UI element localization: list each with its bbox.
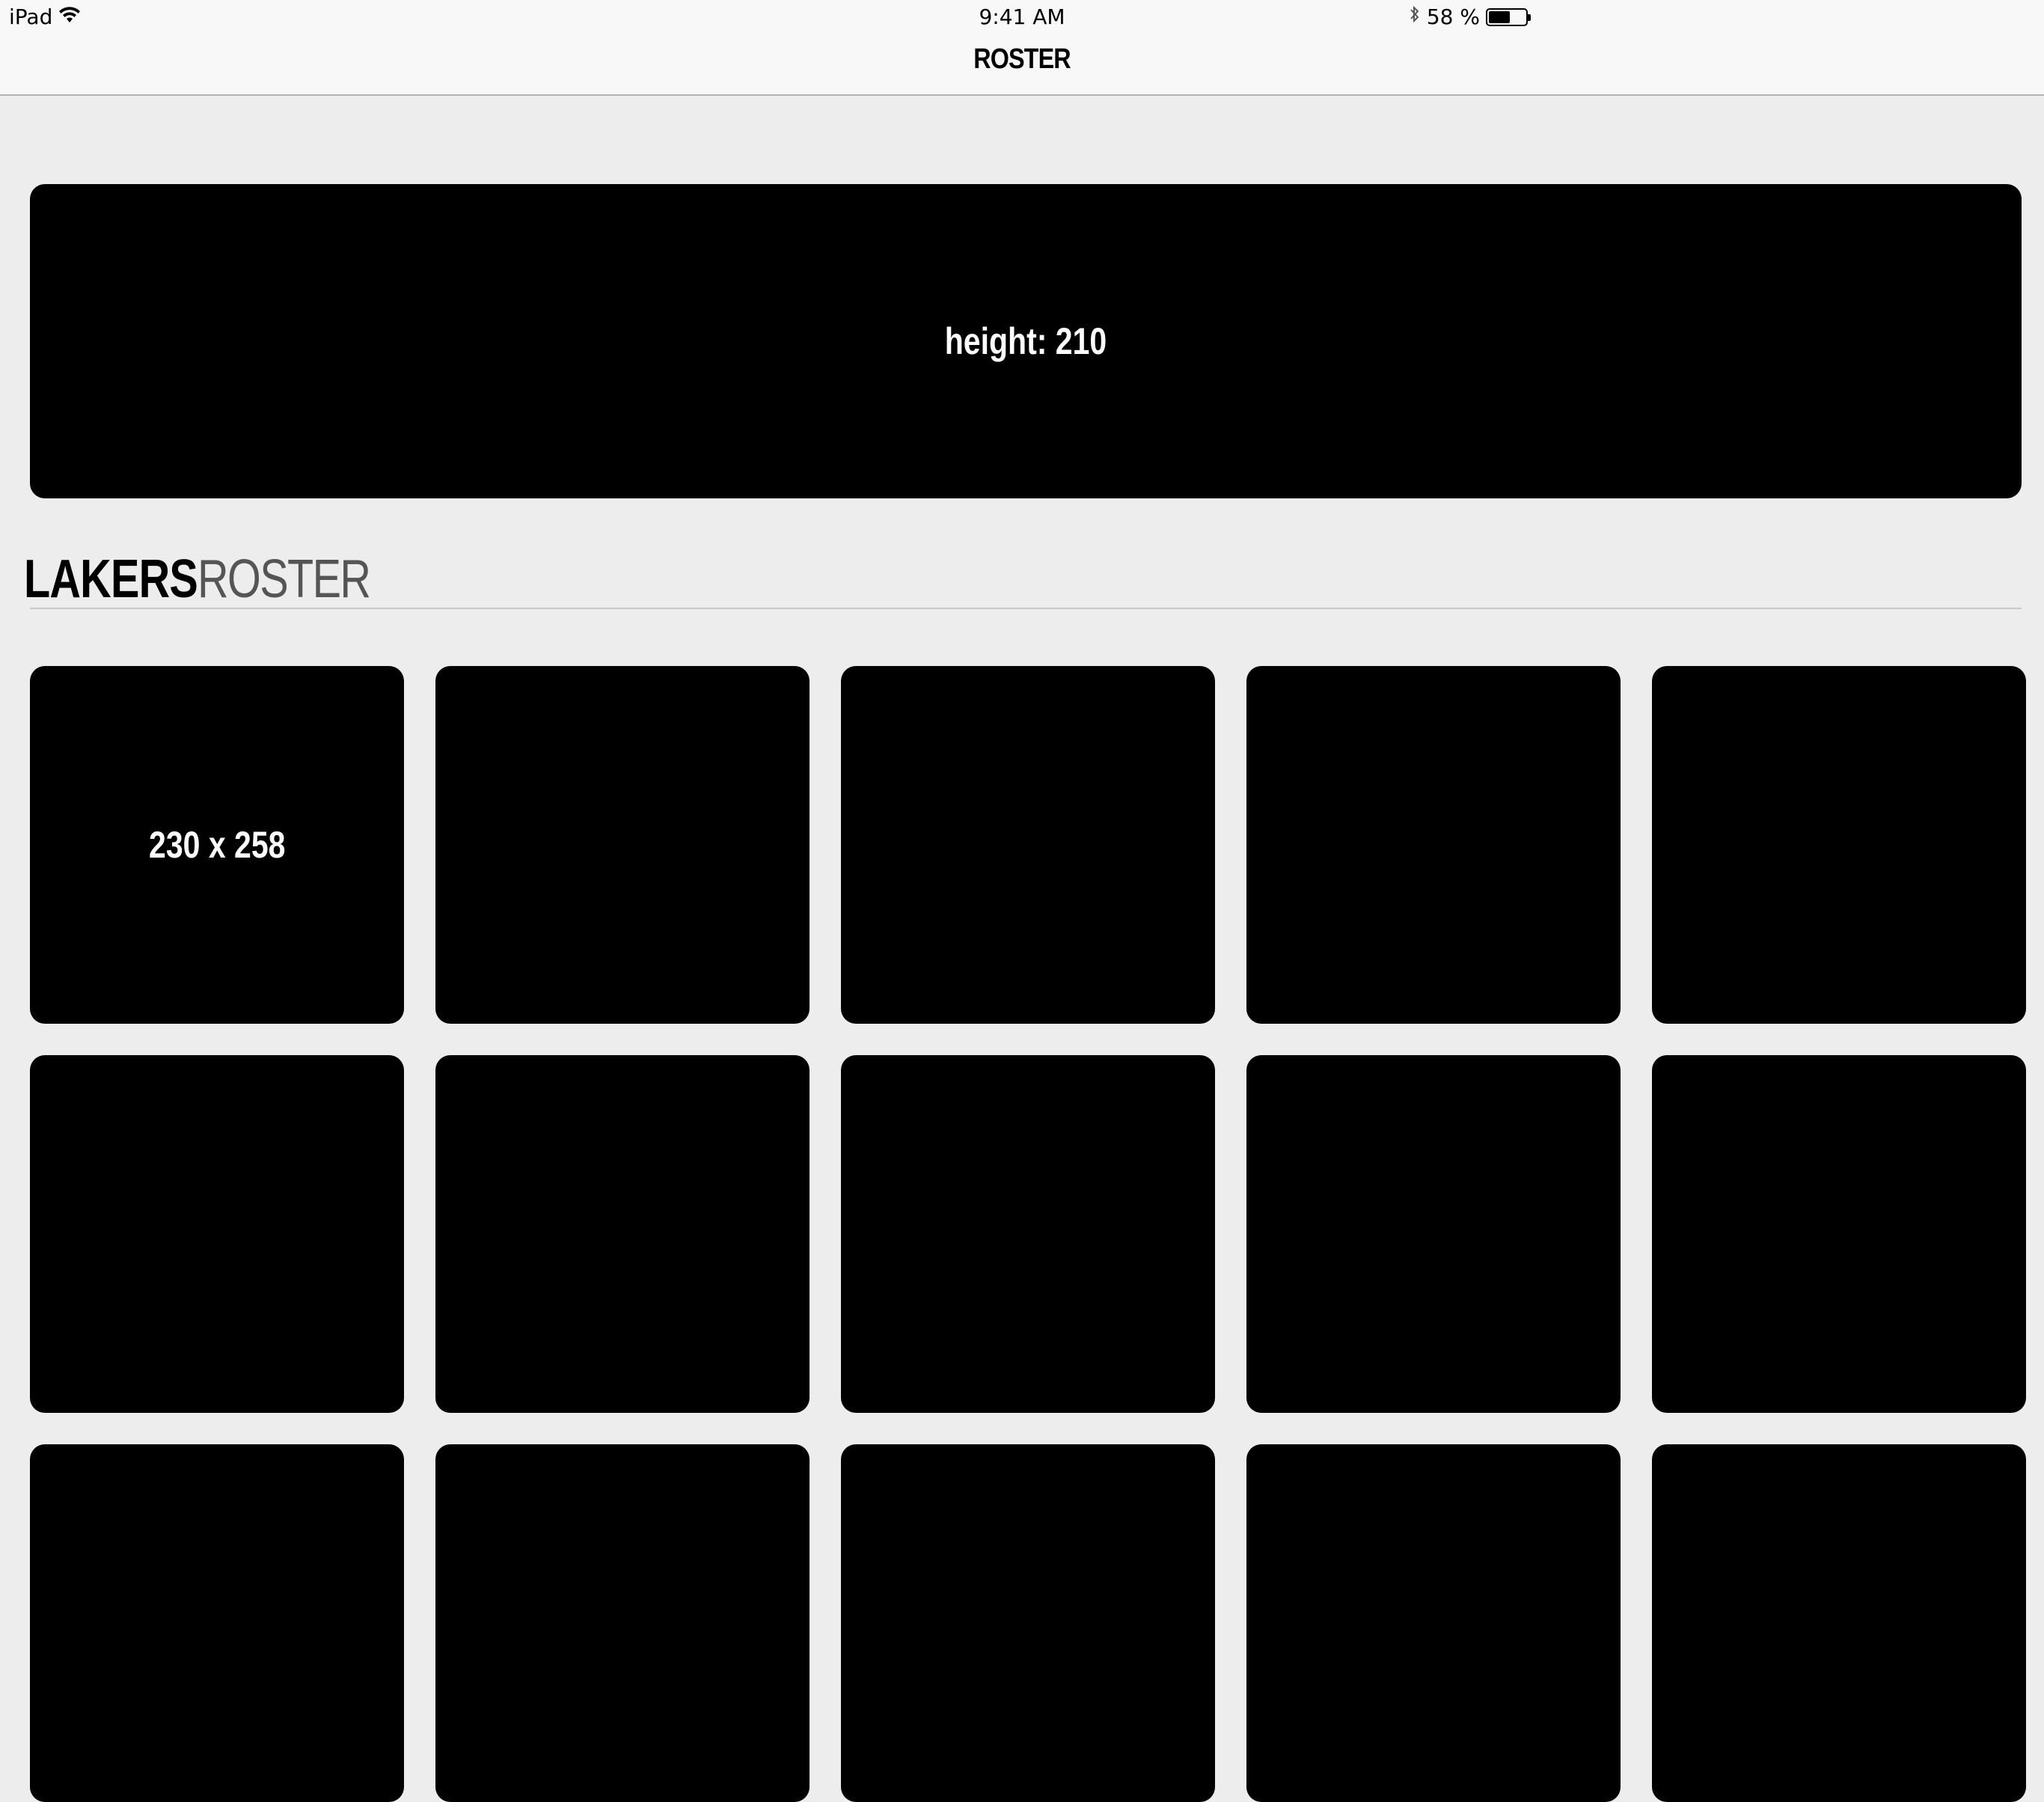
roster-tile[interactable]: [841, 1444, 1215, 1802]
battery-icon: [1486, 7, 1531, 26]
roster-tile[interactable]: [435, 666, 810, 1024]
section-title-team: LAKERS: [24, 549, 198, 609]
page-title: ROSTER: [973, 43, 1071, 75]
roster-tile[interactable]: [1246, 666, 1621, 1024]
roster-tile[interactable]: [435, 1444, 810, 1802]
section-title-roster: ROSTER: [198, 549, 371, 609]
status-bar: iPad 9:41 AM 58 %: [0, 0, 2044, 36]
banner-label: height: 210: [944, 320, 1107, 362]
roster-tile[interactable]: [435, 1055, 810, 1413]
roster-tile[interactable]: [30, 1055, 404, 1413]
roster-grid: 230 x 258: [30, 666, 2026, 1802]
roster-tile[interactable]: [1652, 666, 2026, 1024]
roster-tile[interactable]: [841, 666, 1215, 1024]
battery-level: [1489, 10, 1510, 23]
section-header: LAKERSROSTER: [24, 546, 2022, 609]
roster-tile[interactable]: [30, 1444, 404, 1802]
status-right: 58 %: [1409, 4, 1531, 29]
roster-tile[interactable]: [1652, 1444, 2026, 1802]
roster-tile[interactable]: 230 x 258: [30, 666, 404, 1024]
roster-tile[interactable]: [841, 1055, 1215, 1413]
section-title: LAKERSROSTER: [24, 549, 371, 609]
status-time: 9:41 AM: [979, 4, 1065, 29]
roster-tile[interactable]: [1652, 1055, 2026, 1413]
roster-tile-label: 230 x 258: [148, 824, 286, 866]
battery-percent: 58 %: [1426, 4, 1480, 29]
roster-tile[interactable]: [1246, 1444, 1621, 1802]
navigation-bar: ROSTER: [0, 36, 2044, 96]
roster-tile[interactable]: [1246, 1055, 1621, 1413]
header-banner[interactable]: height: 210: [30, 184, 2022, 498]
bluetooth-icon: [1409, 4, 1421, 29]
